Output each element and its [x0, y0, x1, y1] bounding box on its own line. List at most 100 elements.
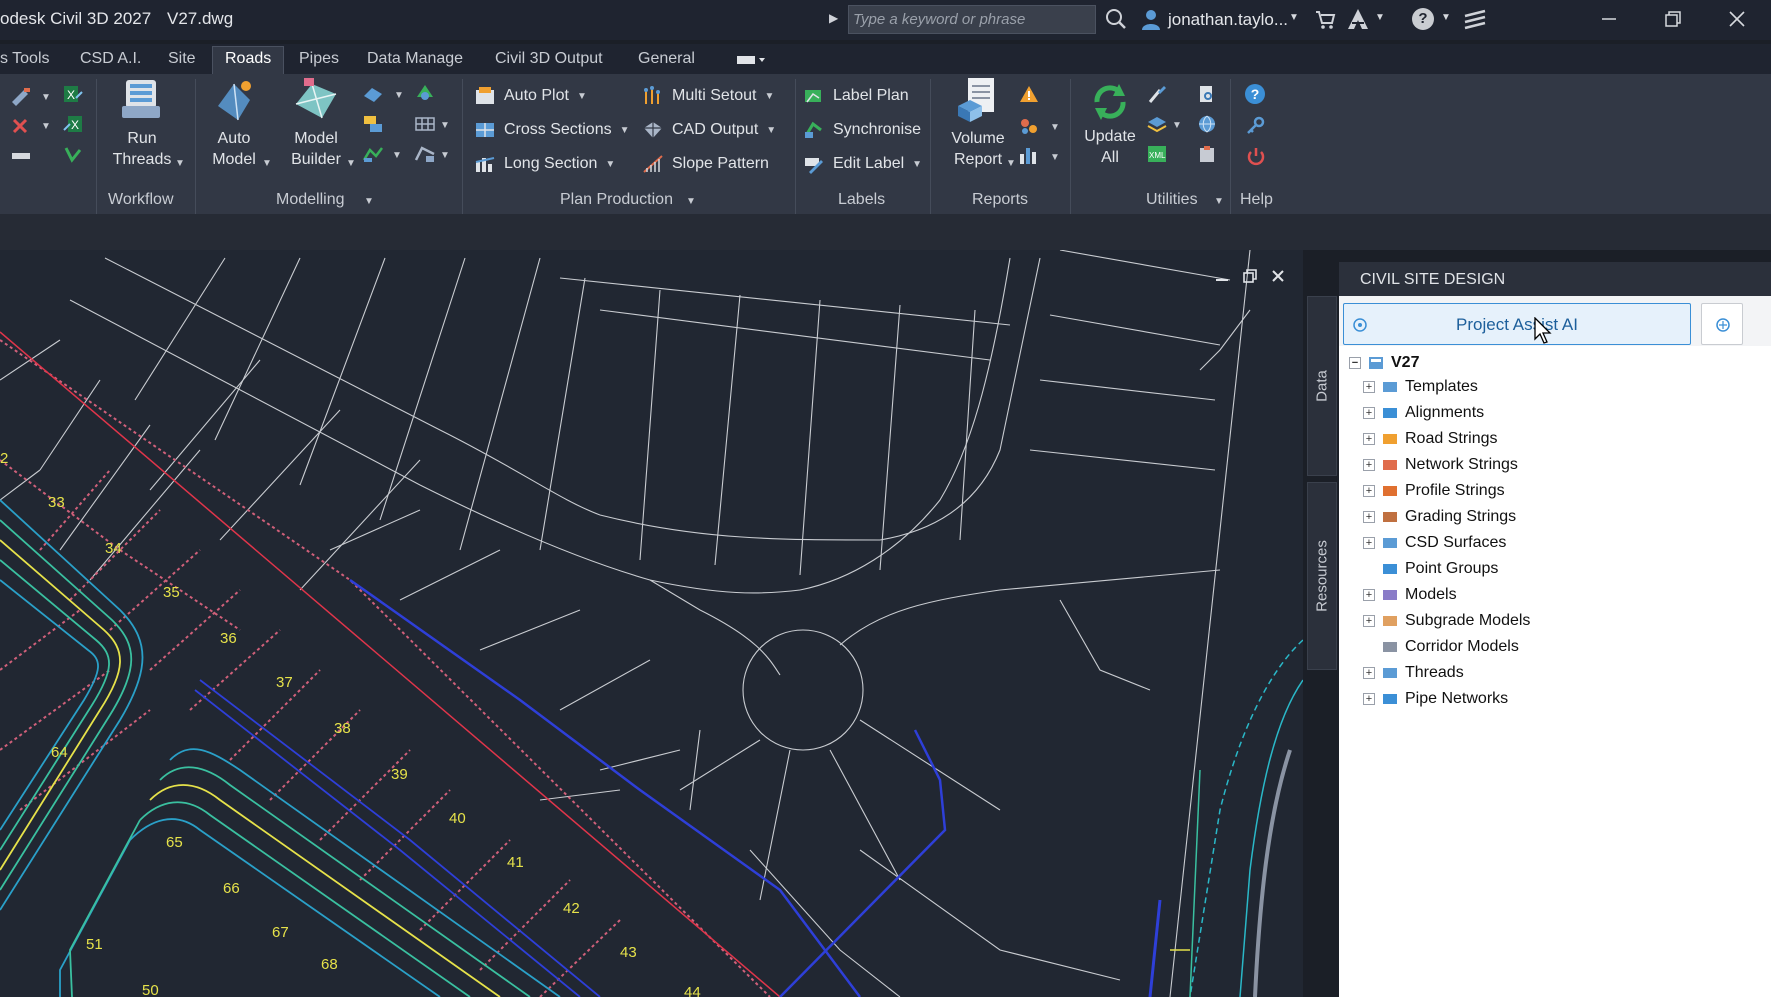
viewport-minimize-icon[interactable]	[1214, 268, 1230, 284]
run-threads-caret-icon[interactable]: ▼	[175, 158, 185, 169]
layer-tool-icon[interactable]	[1146, 114, 1168, 134]
excel-export-icon[interactable]: X	[62, 114, 84, 134]
edit-label-caret-icon[interactable]: ▼	[912, 159, 922, 170]
tree-item-alignments[interactable]: + Alignments	[1363, 404, 1484, 422]
viewport-restore-icon[interactable]	[1242, 268, 1258, 284]
tree-item-templates[interactable]: + Templates	[1363, 378, 1478, 396]
section-tool-icon[interactable]	[414, 144, 436, 164]
power-icon[interactable]	[1245, 146, 1267, 166]
excel-icon[interactable]: X	[62, 84, 84, 104]
tree-item-profile-strings[interactable]: + Profile Strings	[1363, 482, 1505, 500]
tab-roads[interactable]: Roads	[212, 46, 285, 74]
key-icon[interactable]	[1245, 116, 1267, 136]
search-input[interactable]: Type a keyword or phrase	[848, 5, 1096, 34]
minimize-icon[interactable]	[1598, 8, 1620, 30]
delete-icon[interactable]	[10, 116, 32, 136]
search-expand-icon[interactable]: ▶	[829, 11, 838, 25]
warning-icon[interactable]	[1018, 84, 1040, 104]
tree-item-road-strings[interactable]: + Road Strings	[1363, 430, 1498, 448]
bar-report-icon[interactable]	[1018, 146, 1040, 166]
auto-plot-button[interactable]: Auto Plot ▼	[474, 86, 587, 106]
brush-icon[interactable]	[1146, 84, 1168, 104]
auto-model-button[interactable]: Auto Model	[202, 76, 266, 170]
tree-item-csd-surfaces[interactable]: + CSD Surfaces	[1363, 534, 1506, 552]
side-tab-resources[interactable]: Resources	[1307, 482, 1337, 670]
drawing-viewport[interactable]: 2 33 34 35 36 37 38 39 40 41 42 43 44 64…	[0, 250, 1303, 997]
edit-table-icon[interactable]	[10, 86, 32, 106]
model-builder-button[interactable]: Model Builder	[280, 76, 352, 170]
dropdown-caret-icon[interactable]: ▼	[1050, 152, 1060, 163]
clipboard-icon[interactable]	[1196, 144, 1218, 164]
user-icon[interactable]	[1139, 7, 1163, 31]
restore-icon[interactable]	[1662, 8, 1684, 30]
tab-tools[interactable]: s Tools	[0, 50, 50, 68]
expand-icon[interactable]: +	[1363, 537, 1375, 549]
help-caret-icon[interactable]: ▼	[1441, 12, 1451, 23]
cart-icon[interactable]	[1314, 8, 1336, 30]
cad-output-button[interactable]: CAD Output ▼	[642, 120, 776, 140]
multi-setout-caret-icon[interactable]: ▼	[764, 91, 774, 102]
search-icon[interactable]	[1105, 8, 1127, 30]
volume-report-caret-icon[interactable]: ▼	[1006, 158, 1016, 169]
tree-item-threads[interactable]: + Threads	[1363, 664, 1464, 682]
tab-data-manage[interactable]: Data Manage	[367, 50, 463, 68]
dropdown-caret-icon[interactable]: ▼	[41, 121, 51, 132]
globe-icon[interactable]	[1196, 114, 1218, 134]
expand-icon[interactable]: +	[1363, 693, 1375, 705]
long-section-button[interactable]: Long Section ▼	[474, 154, 615, 174]
surface-icon[interactable]	[362, 84, 384, 104]
help-icon[interactable]: ?	[1412, 8, 1434, 30]
model-builder-caret-icon[interactable]: ▼	[346, 158, 356, 169]
mesh-icon[interactable]	[414, 114, 436, 134]
expand-icon[interactable]: +	[1363, 485, 1375, 497]
tree-item-models[interactable]: + Models	[1363, 586, 1457, 604]
tab-pipes[interactable]: Pipes	[299, 50, 339, 68]
list-icon[interactable]	[10, 146, 32, 166]
tree-item-pipe-networks[interactable]: + Pipe Networks	[1363, 690, 1508, 708]
xml-icon[interactable]: XML	[1146, 144, 1168, 164]
dropdown-caret-icon[interactable]: ▼	[440, 150, 450, 161]
dropdown-caret-icon[interactable]: ▼	[1172, 120, 1182, 131]
viewport-close-icon[interactable]	[1270, 268, 1286, 284]
modelling-expand-icon[interactable]: ▼	[364, 196, 374, 207]
app-menu-caret-icon[interactable]: ▼	[1375, 12, 1385, 23]
tree-item-grading-strings[interactable]: + Grading Strings	[1363, 508, 1516, 526]
expand-icon[interactable]: +	[1363, 407, 1375, 419]
label-plan-button[interactable]: Label Plan	[803, 86, 909, 106]
cross-sections-button[interactable]: Cross Sections ▼	[474, 120, 630, 140]
plan-production-expand-icon[interactable]: ▼	[686, 196, 696, 207]
volume-report-button[interactable]: Volume Report	[940, 76, 1016, 170]
collapse-icon[interactable]: −	[1349, 357, 1361, 369]
expand-icon[interactable]: +	[1363, 589, 1375, 601]
profile-tool-icon[interactable]	[362, 144, 384, 164]
multi-setout-button[interactable]: Multi Setout ▼	[642, 86, 774, 106]
expand-icon[interactable]: +	[1363, 667, 1375, 679]
dropdown-caret-icon[interactable]: ▼	[440, 120, 450, 131]
tab-site[interactable]: Site	[168, 50, 196, 68]
grading-tool-icon[interactable]	[414, 82, 436, 102]
dropdown-caret-icon[interactable]: ▼	[1050, 122, 1060, 133]
project-assist-ai-button[interactable]: Project Assist AI	[1343, 303, 1691, 345]
expand-icon[interactable]: +	[1363, 511, 1375, 523]
tab-general[interactable]: General	[638, 50, 695, 68]
update-all-button[interactable]: Update All	[1076, 80, 1144, 168]
document-search-icon[interactable]	[1196, 84, 1218, 104]
long-section-caret-icon[interactable]: ▼	[605, 159, 615, 170]
pattern-report-icon[interactable]	[1018, 116, 1040, 136]
layers-icon[interactable]	[362, 114, 384, 134]
utilities-expand-icon[interactable]: ▼	[1214, 196, 1224, 207]
synchronise-button[interactable]: Synchronise	[803, 120, 921, 140]
auto-model-caret-icon[interactable]: ▼	[262, 158, 272, 169]
connect-icon[interactable]	[1463, 8, 1487, 30]
ribbon-options-icon[interactable]	[737, 54, 767, 66]
user-menu-caret-icon[interactable]: ▼	[1289, 12, 1299, 23]
tree-root[interactable]: − V27	[1349, 354, 1419, 372]
side-tab-data[interactable]: Data	[1307, 296, 1337, 476]
auto-plot-caret-icon[interactable]: ▼	[577, 91, 587, 102]
expand-icon[interactable]: +	[1363, 459, 1375, 471]
slope-pattern-button[interactable]: Slope Pattern	[642, 154, 769, 174]
tree-item-point-groups[interactable]: Point Groups	[1363, 560, 1498, 578]
tree-item-network-strings[interactable]: + Network Strings	[1363, 456, 1518, 474]
dropdown-caret-icon[interactable]: ▼	[41, 92, 51, 103]
dropdown-caret-icon[interactable]: ▼	[394, 90, 404, 101]
